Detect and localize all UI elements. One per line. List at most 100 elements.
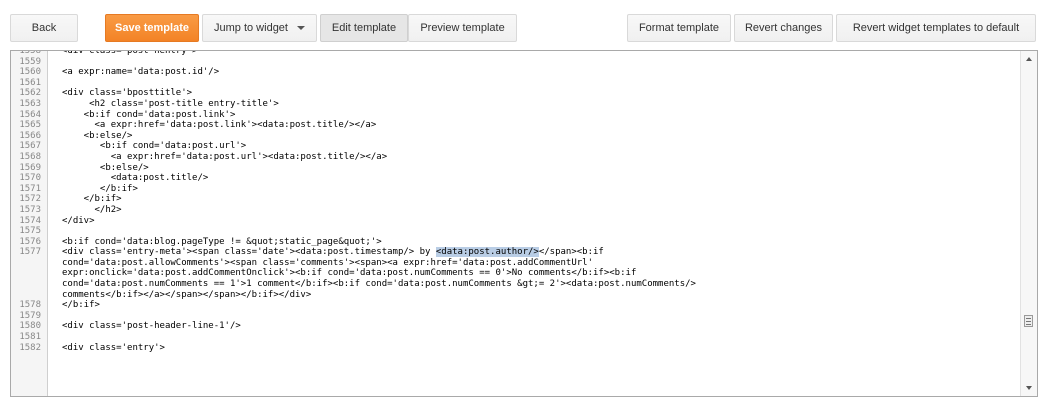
- line-number: 1580: [19, 321, 41, 332]
- code-line: expr:onclick='data:post.addCommentOnclic…: [11, 268, 1021, 279]
- code-segment: <div class='bposttitle'>: [62, 88, 193, 99]
- code-segment: </h2>: [62, 204, 122, 215]
- line-number: 1572: [19, 194, 41, 205]
- code-segment: <h2 class='post-title entry-title'>: [62, 98, 279, 109]
- code-text: <b:if cond='data:post.url'>: [62, 141, 246, 152]
- caret-down-icon: [296, 26, 305, 31]
- line-number: 1569: [19, 162, 41, 173]
- code-line: 1569 <b:else/>: [11, 163, 1021, 174]
- code-line: 1574 </div>: [11, 216, 1021, 227]
- line-number: 1571: [19, 183, 41, 194]
- code-segment: </div>: [62, 215, 95, 226]
- code-line: 1562 <div class='bposttitle'>: [11, 88, 1021, 99]
- code-segment: <b:else/>: [62, 130, 133, 141]
- revert-widget-templates-button[interactable]: Revert widget templates to default: [836, 14, 1036, 42]
- code-text: </b:if>: [62, 184, 138, 195]
- line-number: 1559: [19, 56, 41, 67]
- line-number: 1561: [19, 77, 41, 88]
- code-text: <div class='entry'>: [62, 343, 165, 354]
- line-number: 1567: [19, 141, 41, 152]
- line-number: 1582: [19, 342, 41, 353]
- code-text: <b:if cond='data:blog.pageType != &quot;…: [62, 237, 382, 248]
- line-number: 1568: [19, 151, 41, 162]
- code-text: <a expr:name='data:post.id'/>: [62, 67, 219, 78]
- code-line: 1580 <div class='post-header-line-1'/>: [11, 321, 1021, 332]
- code-line: cond='data:post.numComments == 1'>1 comm…: [11, 279, 1021, 290]
- code-text: <a expr:href='data:post.link'><data:post…: [62, 120, 377, 131]
- code-segment: cond='data:post.allowComments'><span cla…: [62, 257, 594, 268]
- line-number: 1560: [19, 67, 41, 78]
- code-line: 1559: [11, 57, 1021, 68]
- code-segment: <div class='post-header-line-1'/>: [62, 321, 241, 332]
- back-button[interactable]: Back: [10, 14, 78, 42]
- code-line: 1579: [11, 311, 1021, 322]
- line-number: 1566: [19, 130, 41, 141]
- line-number: 1579: [19, 310, 41, 321]
- code-text: <h2 class='post-title entry-title'>: [62, 99, 279, 110]
- code-line: 1558 <div class='post hentry'>: [11, 50, 1021, 57]
- code-line: 1576 <b:if cond='data:blog.pageType != &q…: [11, 237, 1021, 248]
- line-number: 1575: [19, 226, 41, 237]
- code-line: 1564 <b:if cond='data:post.link'>: [11, 110, 1021, 121]
- code-line: 1567 <b:if cond='data:post.url'>: [11, 141, 1021, 152]
- code-text: cond='data:post.numComments == 1'>1 comm…: [62, 279, 696, 290]
- code-segment: cond='data:post.numComments == 1'>1 comm…: [62, 279, 696, 290]
- scroll-up-arrow-icon[interactable]: [1026, 57, 1032, 61]
- code-segment: <div class='post hentry'>: [62, 50, 198, 56]
- code-line: 1575: [11, 226, 1021, 237]
- save-template-button[interactable]: Save template: [105, 14, 199, 42]
- code-text: <div class='entry-meta'><span class='dat…: [62, 247, 604, 258]
- line-number: 1573: [19, 204, 41, 215]
- code-editor[interactable]: 1558 <div class='post hentry'> 1559 1560 <a …: [10, 50, 1038, 397]
- preview-template-tab[interactable]: Preview template: [408, 14, 517, 42]
- code-text: </h2>: [62, 205, 122, 216]
- format-template-button[interactable]: Format template: [627, 14, 731, 42]
- code-segment: <a expr:href='data:post.link'><data:post…: [62, 120, 377, 131]
- code-segment: </b:if>: [62, 194, 122, 205]
- line-number: 1563: [19, 98, 41, 109]
- code-segment: <div class='entry-meta'><span class='dat…: [62, 247, 436, 258]
- code-segment: </b:if>: [62, 183, 138, 194]
- code-text: <div class='post hentry'>: [62, 50, 198, 57]
- revert-changes-button[interactable]: Revert changes: [734, 14, 833, 42]
- code-line: 1573 </h2>: [11, 205, 1021, 216]
- line-number: 1574: [19, 215, 41, 226]
- code-text: expr:onclick='data:post.addCommentOnclic…: [62, 268, 636, 279]
- code-segment: expr:onclick='data:post.addCommentOnclic…: [62, 268, 637, 279]
- code-lines: 1558 <div class='post hentry'> 1559 1560 <a …: [11, 50, 1021, 354]
- code-text: <div class='bposttitle'>: [62, 88, 192, 99]
- line-number: 1577: [19, 247, 41, 258]
- code-line: 1578 </b:if>: [11, 300, 1021, 311]
- scroll-down-arrow-icon[interactable]: [1026, 386, 1032, 390]
- code-segment: <a expr:href='data:post.url'><data:post.…: [62, 151, 388, 162]
- code-segment: <b:if cond='data:post.link'>: [62, 109, 236, 120]
- line-number: 1562: [19, 88, 41, 99]
- line-number: 1558: [19, 50, 41, 56]
- code-line: 1560 <a expr:name='data:post.id'/>: [11, 67, 1021, 78]
- scroll-grip-icon[interactable]: [1024, 315, 1033, 327]
- code-text: <a expr:href='data:post.url'><data:post.…: [62, 152, 387, 163]
- code-line: 1561: [11, 78, 1021, 89]
- line-number: 1576: [19, 236, 41, 247]
- code-segment: comments</b:if></a></span></span></b:if>…: [62, 289, 312, 300]
- code-segment: </b:if>: [62, 300, 100, 311]
- edit-template-tab[interactable]: Edit template: [320, 14, 408, 42]
- line-number: 1581: [19, 332, 41, 343]
- code-text: comments</b:if></a></span></span></b:if>…: [62, 290, 311, 301]
- code-segment: <data:post.title/>: [62, 173, 209, 184]
- selected-text: <data:post.author/>: [435, 247, 539, 258]
- vertical-scrollbar[interactable]: [1020, 51, 1037, 396]
- code-segment: <b:if cond='data:post.url'>: [62, 141, 247, 152]
- code-line: 1582 <div class='entry'>: [11, 343, 1021, 354]
- code-segment: <b:if cond='data:blog.pageType != &quot;…: [62, 236, 382, 247]
- code-text: <b:else/>: [62, 163, 149, 174]
- code-line: 1571 </b:if>: [11, 184, 1021, 195]
- template-toolbar: Back Save template Jump to widget Edit t…: [0, 0, 1043, 48]
- code-text: <div class='post-header-line-1'/>: [62, 321, 241, 332]
- code-text: </b:if>: [62, 194, 122, 205]
- code-segment: <b:else/>: [62, 162, 149, 173]
- code-line: cond='data:post.allowComments'><span cla…: [11, 258, 1021, 269]
- jump-to-widget-dropdown[interactable]: Jump to widget: [202, 14, 317, 42]
- code-line: 1563 <h2 class='post-title entry-title'>: [11, 99, 1021, 110]
- code-text: </div>: [62, 216, 95, 227]
